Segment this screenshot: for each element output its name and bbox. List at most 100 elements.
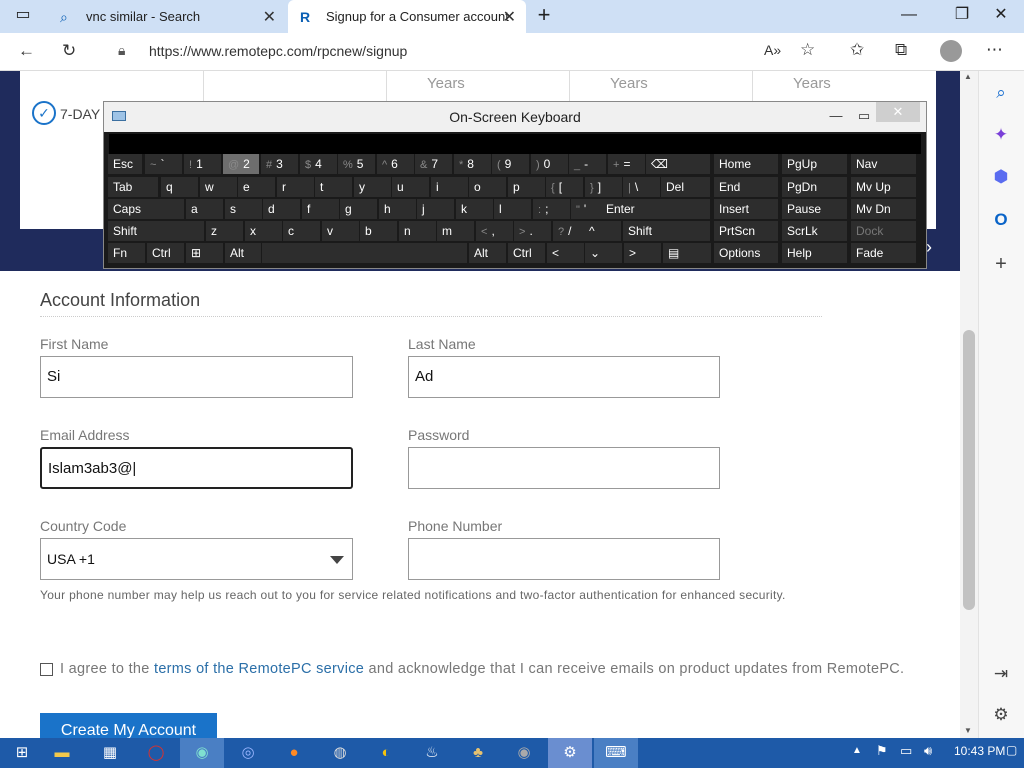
tools-icon[interactable]: ⬢ xyxy=(978,167,1024,187)
osk-key[interactable]: :; xyxy=(533,199,570,219)
osk-key[interactable]: k xyxy=(456,199,493,219)
osk-key[interactable]: (9 xyxy=(492,154,529,174)
osk-key[interactable]: ▤ xyxy=(663,243,711,263)
osk-key[interactable]: >. xyxy=(514,221,551,241)
osk-key[interactable]: ^ xyxy=(584,221,621,241)
sidebar-toggle-icon[interactable]: ⇥ xyxy=(978,664,1024,684)
osk-key[interactable]: x xyxy=(245,221,282,241)
osk-nav-key[interactable]: Help xyxy=(782,243,847,263)
scroll-up-icon[interactable]: ▲ xyxy=(964,72,972,81)
osk-key[interactable]: $4 xyxy=(300,154,337,174)
osk-key[interactable]: t xyxy=(315,177,352,197)
osk-key[interactable]: Tab xyxy=(108,177,158,197)
favorites-icon[interactable]: ✩ xyxy=(850,40,864,60)
osk-key[interactable]: b xyxy=(360,221,397,241)
osk-key[interactable]: p xyxy=(508,177,545,197)
osk-key[interactable]: Ctrl xyxy=(508,243,545,263)
calendar-icon[interactable]: ▦ xyxy=(88,738,132,768)
scrollbar-thumb[interactable] xyxy=(963,330,975,610)
firefox-icon[interactable]: ● xyxy=(272,738,316,768)
keyboard-icon[interactable]: ⌨ xyxy=(594,738,638,768)
settings-icon[interactable]: ⚙ xyxy=(978,705,1024,725)
outlook-icon[interactable]: O xyxy=(978,210,1024,230)
osk-key[interactable]: Caps xyxy=(108,199,184,219)
chevron-down-icon[interactable] xyxy=(330,556,344,564)
osk-key[interactable]: Alt xyxy=(225,243,261,263)
collections-icon[interactable]: ⧉ xyxy=(895,40,907,60)
refresh-icon[interactable]: ↻ xyxy=(62,41,76,61)
close-tab-icon[interactable]: ✕ xyxy=(263,7,276,27)
osk-key[interactable]: d xyxy=(263,199,300,219)
url-text[interactable]: https://www.remotepc.com/rpcnew/signup xyxy=(149,43,407,59)
osk-key[interactable]: r xyxy=(277,177,314,197)
search-icon[interactable]: ⌕ xyxy=(978,83,1024,103)
osk-key[interactable]: Shift xyxy=(108,221,204,241)
osk-key[interactable]: u xyxy=(392,177,429,197)
copilot-icon[interactable]: ✦ xyxy=(978,125,1024,145)
osk-key[interactable]: }] xyxy=(585,177,622,197)
osk-nav-key[interactable]: Pause xyxy=(782,199,847,219)
osk-key[interactable]: i xyxy=(431,177,468,197)
osk-nav-key[interactable]: Options xyxy=(714,243,778,263)
flag-icon[interactable]: ⚑ xyxy=(876,743,888,759)
clock[interactable]: 10:43 PM xyxy=(954,744,1005,758)
osk-key[interactable]: y xyxy=(354,177,391,197)
opera-icon[interactable]: ◯ xyxy=(134,738,178,768)
osk-key[interactable]: | \ xyxy=(623,177,660,197)
edge-icon[interactable]: ◉ xyxy=(180,738,224,768)
country-code-select[interactable]: USA +1 xyxy=(40,538,353,580)
tab-search[interactable]: ⌕ vnc similar - Search ✕ xyxy=(48,0,286,33)
osk-key[interactable]: * 8 xyxy=(454,154,491,174)
minimize-icon[interactable]: — xyxy=(886,0,932,33)
app-icon[interactable]: ♣ xyxy=(456,738,500,768)
osk-nav-key[interactable]: PrtScn xyxy=(714,221,778,241)
osk-key[interactable]: Enter xyxy=(601,199,710,219)
osk-nav-key[interactable]: Home xyxy=(714,154,778,174)
back-icon[interactable]: ← xyxy=(18,41,35,61)
osk-key[interactable]: _ - xyxy=(569,154,606,174)
osk-nav-key[interactable]: Mv Dn xyxy=(851,199,916,219)
osk-key[interactable]: o xyxy=(469,177,506,197)
file-explorer-icon[interactable]: ▬ xyxy=(40,738,84,768)
lock-icon[interactable]: 🔒︎ xyxy=(118,42,125,59)
last-name-input[interactable]: Ad xyxy=(408,356,720,398)
osk-nav-key[interactable]: Nav xyxy=(851,154,916,174)
app-icon[interactable]: ◍ xyxy=(318,738,362,768)
create-account-button[interactable]: Create My Account xyxy=(40,713,217,738)
chrome-icon[interactable]: ◐ xyxy=(364,738,408,768)
osk-nav-key[interactable]: PgUp xyxy=(782,154,847,174)
osk-key[interactable]: ⌄ xyxy=(585,243,622,263)
osk-key[interactable]: ~ ` xyxy=(145,154,182,174)
tab-signup[interactable]: R Signup for a Consumer account ✕ xyxy=(288,0,526,33)
new-tab-icon[interactable]: + xyxy=(521,0,567,33)
osk-key[interactable]: Alt xyxy=(469,243,506,263)
osk-nav-key[interactable]: Mv Up xyxy=(851,177,916,197)
chevron-up-icon[interactable]: ▲ xyxy=(852,745,862,756)
osk-key[interactable]: % 5 xyxy=(338,154,375,174)
osk-title-bar[interactable]: On-Screen Keyboard xyxy=(104,102,926,132)
app-icon[interactable]: ◎ xyxy=(226,738,270,768)
osk-key[interactable]: {[ xyxy=(546,177,583,197)
osk-nav-key[interactable]: PgDn xyxy=(782,177,847,197)
osk-key[interactable]: ⌫ xyxy=(646,154,710,174)
password-input[interactable] xyxy=(408,447,720,489)
osk-nav-key[interactable]: Insert xyxy=(714,199,778,219)
steam-icon[interactable]: ♨ xyxy=(410,738,454,768)
osk-key[interactable]: Del xyxy=(661,177,710,197)
osk-key[interactable]: m xyxy=(437,221,474,241)
close-icon[interactable]: ✕ xyxy=(876,102,920,122)
osk-key[interactable]: l xyxy=(494,199,531,219)
osk-key[interactable]: a xyxy=(186,199,223,219)
add-favorite-icon[interactable]: ☆ xyxy=(800,40,815,60)
read-aloud-icon[interactable]: A» xyxy=(764,42,781,58)
settings-icon[interactable]: ⚙ xyxy=(548,738,592,768)
osk-key[interactable]: & 7 xyxy=(415,154,452,174)
close-window-icon[interactable]: ✕ xyxy=(978,0,1024,33)
osk-key[interactable]: n xyxy=(399,221,436,241)
osk-key[interactable]: > xyxy=(624,243,661,263)
email-input[interactable]: Islam3ab3@| xyxy=(40,447,353,489)
app-icon[interactable]: ◉ xyxy=(502,738,546,768)
first-name-input[interactable]: Si xyxy=(40,356,353,398)
osk-key[interactable]: g xyxy=(340,199,377,219)
profile-avatar[interactable] xyxy=(940,40,962,62)
